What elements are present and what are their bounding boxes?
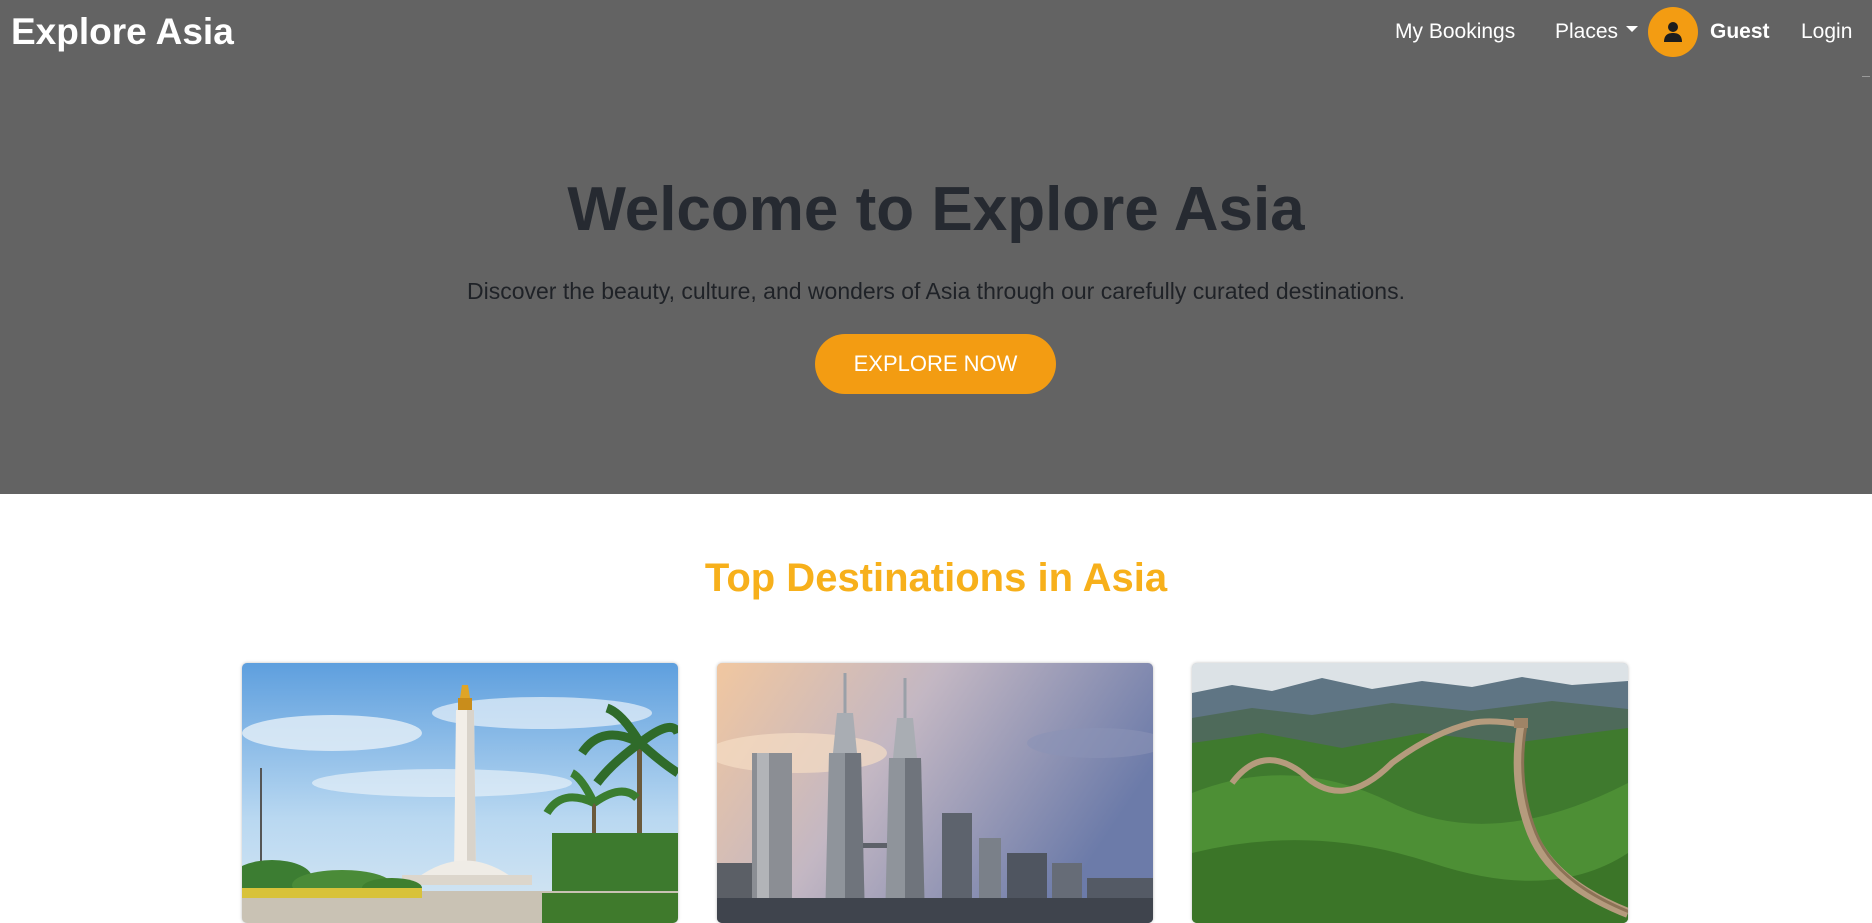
caret-down-icon bbox=[1626, 26, 1639, 33]
user-avatar[interactable] bbox=[1648, 7, 1698, 57]
national-monument-tower-photo bbox=[242, 663, 678, 923]
nav-places-label: Places bbox=[1555, 20, 1619, 43]
user-icon bbox=[1664, 22, 1682, 42]
destination-card-monument[interactable] bbox=[242, 663, 678, 923]
hero-subtitle: Discover the beauty, culture, and wonder… bbox=[467, 278, 1405, 304]
destination-card-skyline[interactable] bbox=[717, 663, 1153, 923]
nav-places-dropdown[interactable]: Places bbox=[1555, 20, 1639, 44]
login-link[interactable]: Login bbox=[1801, 20, 1852, 44]
hero-title: Welcome to Explore Asia bbox=[567, 175, 1305, 244]
destination-card-great-wall[interactable] bbox=[1192, 663, 1628, 923]
nav-my-bookings[interactable]: My Bookings bbox=[1395, 20, 1515, 44]
top-navbar: Explore Asia My Bookings Places Guest Lo… bbox=[0, 0, 1872, 77]
divider bbox=[1862, 76, 1870, 77]
section-title: Top Destinations in Asia bbox=[704, 556, 1168, 600]
hero-banner: Explore Asia My Bookings Places Guest Lo… bbox=[0, 0, 1872, 494]
great-wall-mountains-photo bbox=[1192, 663, 1628, 923]
explore-now-button[interactable]: EXPLORE NOW bbox=[815, 334, 1056, 394]
brand-logo[interactable]: Explore Asia bbox=[11, 10, 234, 54]
twin-towers-skyline-photo bbox=[717, 663, 1153, 923]
user-name: Guest bbox=[1710, 20, 1770, 43]
